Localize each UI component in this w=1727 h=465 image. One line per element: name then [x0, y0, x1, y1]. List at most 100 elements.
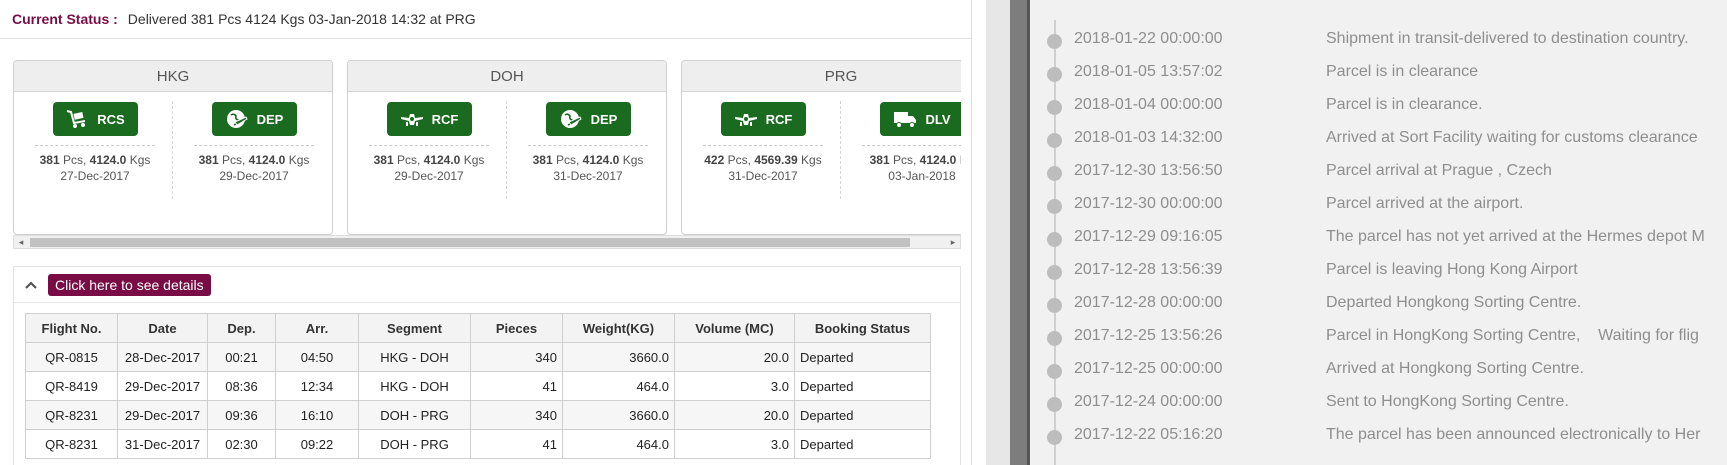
table-cell: QR-8231: [25, 400, 118, 430]
column-header: Pieces: [470, 313, 563, 343]
table-row[interactable]: QR-0815 28-Dec-2017 00:21 04:50 HKG - DOH 340…: [25, 342, 931, 372]
globe-plane-icon: [559, 108, 583, 130]
timeline-message: Sent to HongKong Sorting Centre.: [1326, 393, 1569, 410]
current-status-label: Current Status :: [12, 11, 118, 27]
table-cell: 31-Dec-2017: [117, 429, 208, 459]
horizontal-scrollbar[interactable]: ◂ ▸: [13, 235, 961, 249]
event-separator: [369, 145, 489, 146]
column-header: Booking Status: [794, 313, 931, 343]
cart-icon: [65, 108, 89, 130]
event-rcf: RCF 422 Pcs, 4569.39 Kgs 31-Dec-2017: [688, 102, 838, 202]
scroll-right-icon[interactable]: ▸: [946, 236, 960, 248]
event-quantity: 381 Pcs, 4124.0 Kg: [847, 152, 961, 168]
timeline-message: Arrived at Hongkong Sorting Centre.: [1326, 360, 1584, 377]
timeline-dot-icon: [1047, 133, 1062, 148]
event-date: 29-Dec-2017: [394, 169, 464, 183]
event-date: 31-Dec-2017: [728, 169, 798, 183]
event-date: 31-Dec-2017: [553, 169, 623, 183]
event-weight: 4124.0: [919, 153, 957, 167]
table-cell: 41: [470, 429, 563, 459]
event-rcf-button[interactable]: RCF: [720, 102, 806, 136]
table-cell: 16:10: [275, 400, 359, 430]
timeline-time: 2017-12-24 00:00:00: [1074, 393, 1223, 410]
timeline-dot-icon: [1047, 34, 1062, 49]
event-separator: [194, 145, 314, 146]
event-rcf-button[interactable]: RCF: [386, 102, 472, 136]
table-cell: 41: [470, 371, 563, 401]
table-cell: 08:36: [207, 371, 276, 401]
table-cell: 29-Dec-2017: [117, 371, 208, 401]
event-divider: [840, 101, 841, 199]
timeline-time: 2017-12-30 13:56:50: [1074, 162, 1223, 179]
table-cell: 09:36: [207, 400, 276, 430]
station-card-doh: DOH RCF 381 Pcs, 4124.0 Kgs 29-Dec-2017 DEP 3…: [347, 60, 667, 235]
table-header-row: Flight No. Date Dep. Arr. Segment Pieces Weigh…: [25, 313, 931, 343]
table-row[interactable]: QR-8231 31-Dec-2017 02:30 09:22 DOH - PRG 41 4…: [25, 429, 931, 459]
timeline-dot-icon: [1047, 265, 1062, 280]
event-code: RCF: [431, 111, 459, 127]
timeline-time: 2018-01-22 00:00:00: [1074, 30, 1223, 47]
globe-plane-icon: [225, 108, 249, 130]
event-dep-button[interactable]: DEP: [545, 102, 631, 136]
event-code: RCS: [97, 111, 125, 127]
event-dlv-button[interactable]: DLV: [879, 102, 961, 136]
event-separator: [528, 145, 648, 146]
see-details-button[interactable]: Click here to see details: [48, 273, 211, 296]
timeline-message: Parcel is in clearance.: [1326, 96, 1483, 113]
details-header: Click here to see details: [14, 267, 960, 303]
station-cards-scroller: HKG RCS 381 Pcs, 4124.0 Kgs 27-Dec-2017 DEP 3…: [13, 60, 961, 235]
column-header: Segment: [358, 313, 471, 343]
table-cell: DOH - PRG: [358, 400, 471, 430]
event-code: DLV: [925, 111, 951, 127]
scrollbar-thumb[interactable]: [30, 238, 910, 247]
scroll-left-icon[interactable]: ◂: [14, 236, 28, 248]
station-card-prg: PRG RCF 422 Pcs, 4569.39 Kgs 31-Dec-2017 DLV…: [681, 60, 961, 235]
splitter-handle[interactable]: [1010, 0, 1030, 465]
table-cell: Departed: [794, 400, 931, 430]
timeline-dot-icon: [1047, 199, 1062, 214]
timeline-dot-icon: [1047, 331, 1062, 346]
table-cell: Departed: [794, 371, 931, 401]
weight-unit: Kgs: [463, 153, 485, 167]
timeline-message: The parcel has been announced electronic…: [1326, 426, 1701, 443]
timeline-entry: 2018-01-04 00:00:00 Parcel is in clearanc…: [1030, 90, 1727, 123]
table-cell: 3660.0: [562, 400, 675, 430]
flights-table: Flight No. Date Dep. Arr. Segment Pieces Weigh…: [25, 313, 931, 459]
timeline-dot-icon: [1047, 364, 1062, 379]
event-rcf: RCF 381 Pcs, 4124.0 Kgs 29-Dec-2017: [354, 102, 504, 202]
table-cell: Departed: [794, 342, 931, 372]
event-quantity: 381 Pcs, 4124.0 Kgs: [513, 152, 663, 168]
table-row[interactable]: QR-8419 29-Dec-2017 08:36 12:34 HKG - DOH 41 4…: [25, 371, 931, 401]
flight-details-panel: Click here to see details Flight No. Date…: [13, 266, 961, 465]
event-dlv: DLV381 Pcs, 4124.0 Kg03-Jan-2018: [847, 102, 961, 202]
timeline-time: 2017-12-28 00:00:00: [1074, 294, 1223, 311]
event-quantity: 422 Pcs, 4569.39 Kgs: [688, 152, 838, 168]
event-code: DEP: [590, 111, 618, 127]
table-cell: QR-8231: [25, 429, 118, 459]
table-cell: 340: [470, 342, 563, 372]
plane-front-icon: [400, 108, 424, 130]
shipment-panel: Current Status : Delivered 381 Pcs 4124 …: [0, 0, 972, 465]
truck-icon: [893, 108, 917, 130]
event-separator: [703, 145, 823, 146]
table-cell: QR-0815: [25, 342, 118, 372]
event-rcs-button[interactable]: RCS: [52, 102, 138, 136]
timeline-dot-icon: [1047, 67, 1062, 82]
chevron-up-icon[interactable]: [24, 278, 38, 292]
table-cell: 04:50: [275, 342, 359, 372]
pieces-unit: Pcs,: [892, 153, 917, 167]
event-code: RCF: [765, 111, 793, 127]
event-divider: [506, 101, 507, 199]
timeline-time: 2017-12-29 09:16:05: [1074, 228, 1223, 245]
table-cell: DOH - PRG: [358, 429, 471, 459]
splitter-track: [986, 0, 1010, 465]
timeline-entry: 2017-12-30 00:00:00 Parcel arrived at the…: [1030, 189, 1727, 222]
timeline-entry: 2018-01-22 00:00:00 Shipment in transit-d…: [1030, 24, 1727, 57]
event-dep-button[interactable]: DEP: [211, 102, 297, 136]
event-separator: [862, 145, 961, 146]
table-row[interactable]: QR-8231 29-Dec-2017 09:36 16:10 DOH - PRG 340…: [25, 400, 931, 430]
event-separator: [35, 145, 155, 146]
pieces-unit: Pcs,: [221, 153, 246, 167]
column-header: Volume (MC): [674, 313, 795, 343]
timeline-message: Parcel arrived at the airport.: [1326, 195, 1524, 212]
